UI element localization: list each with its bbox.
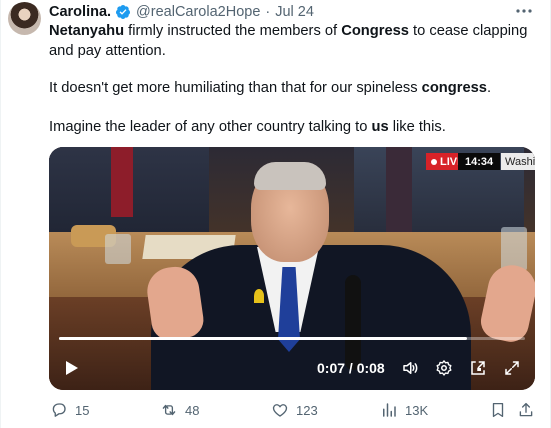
- reply-icon: [52, 403, 66, 417]
- views-icon: [383, 403, 396, 417]
- reply-count: 15: [75, 402, 90, 418]
- play-icon[interactable]: [65, 360, 79, 376]
- tweet-paragraph-2: It doesn't get more humiliating than tha…: [49, 79, 534, 99]
- bold-us: us: [371, 118, 389, 135]
- video-player[interactable]: LIVE 14:34 Washi 0:07 / 0:08: [49, 147, 535, 390]
- share-icon[interactable]: [517, 401, 535, 419]
- reply-button[interactable]: 15: [50, 401, 89, 419]
- views-button[interactable]: 13K: [380, 401, 428, 419]
- tweet-header: Carolina. @realCarola2Hope · Jul 24: [49, 3, 314, 21]
- pip-icon[interactable]: [469, 359, 487, 377]
- views-count: 13K: [405, 402, 429, 418]
- station-label: Washi: [501, 153, 535, 170]
- progress-fill: [59, 337, 467, 340]
- author-handle[interactable]: @realCarola2Hope: [136, 4, 260, 20]
- bold-congress: congress: [421, 80, 487, 96]
- video-controls: 0:07 / 0:08: [49, 347, 535, 390]
- author-name[interactable]: Carolina.: [49, 4, 111, 20]
- lapel-pin: [254, 289, 264, 303]
- verified-badge-icon[interactable]: [115, 4, 131, 20]
- tweet-text: Netanyahu firmly instructed the members …: [49, 22, 534, 137]
- video-time: 0:07 / 0:08: [317, 360, 385, 376]
- repost-icon: [162, 404, 176, 416]
- speaker-hair: [254, 162, 326, 190]
- tweet-paragraph-3: Imagine the leader of any other country …: [49, 118, 534, 138]
- volume-icon[interactable]: [401, 359, 419, 377]
- mention-netanyahu: Netanyahu: [49, 23, 125, 39]
- text-span: Imagine the leader of any other country …: [49, 118, 372, 135]
- water-glass-left: [105, 234, 131, 264]
- more-icon[interactable]: [515, 3, 533, 17]
- bookmark-icon[interactable]: [489, 401, 507, 419]
- like-count: 123: [296, 402, 318, 418]
- background-tie-right: [386, 147, 412, 242]
- repost-button[interactable]: 48: [160, 401, 199, 419]
- tweet: Carolina. @realCarola2Hope · Jul 24 Neta…: [0, 0, 551, 428]
- text-span: It doesn't get more humiliating than tha…: [49, 80, 422, 96]
- text-span: firmly instructed the members of: [124, 23, 342, 39]
- separator: ·: [265, 4, 271, 20]
- like-button[interactable]: 123: [271, 401, 318, 419]
- action-bar: 15 48 123 13K: [49, 398, 534, 422]
- broadcast-clock: 14:34: [458, 153, 501, 170]
- mention-congress: Congress: [341, 23, 409, 39]
- fullscreen-icon[interactable]: [503, 359, 521, 377]
- tweet-paragraph-1: Netanyahu firmly instructed the members …: [49, 22, 534, 61]
- like-icon: [272, 404, 288, 417]
- repost-count: 48: [185, 402, 200, 418]
- text-span: like this.: [388, 118, 446, 135]
- settings-icon[interactable]: [435, 359, 453, 377]
- tweet-date[interactable]: Jul 24: [275, 4, 314, 20]
- background-tie-left: [111, 147, 133, 217]
- text-span: .: [486, 80, 492, 96]
- avatar[interactable]: [8, 2, 41, 35]
- live-dot-icon: [431, 158, 437, 165]
- progress-bar[interactable]: [59, 337, 525, 340]
